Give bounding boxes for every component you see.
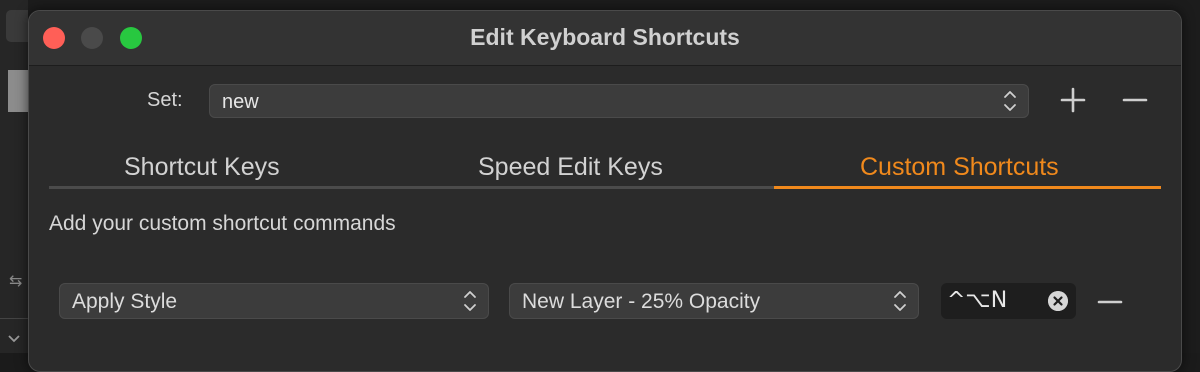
remove-shortcut-row-button[interactable]	[1096, 287, 1124, 317]
edit-keyboard-shortcuts-window: Edit Keyboard Shortcuts Set: new Shortcu…	[28, 10, 1182, 372]
shortcut-key-value: ^⌥N	[947, 288, 1008, 313]
command-type-select[interactable]: Apply Style	[59, 283, 489, 319]
window-title: Edit Keyboard Shortcuts	[470, 24, 740, 50]
set-label: Set:	[147, 89, 183, 111]
selected-tab-indicator	[774, 186, 1161, 189]
custom-shortcuts-description: Add your custom shortcut commands	[49, 212, 396, 235]
sliders-icon: ⇆	[9, 273, 23, 290]
tab-custom-shortcuts[interactable]: Custom Shortcuts	[860, 153, 1059, 182]
shortcut-key-field[interactable]: ^⌥N	[941, 283, 1076, 319]
updown-chevron-icon	[894, 291, 906, 311]
tab-shortcut-keys[interactable]: Shortcut Keys	[124, 153, 280, 182]
command-target-value: New Layer - 25% Opacity	[522, 290, 761, 313]
command-target-select[interactable]: New Layer - 25% Opacity	[509, 283, 919, 319]
command-type-value: Apply Style	[72, 290, 178, 313]
set-select-value: new	[222, 91, 259, 113]
background-app-panel: ⇆	[0, 0, 28, 353]
set-select[interactable]: new	[209, 84, 1029, 118]
chevron-down-icon	[8, 335, 20, 343]
background-button	[6, 10, 28, 42]
updown-chevron-icon	[464, 291, 476, 311]
clear-icon[interactable]	[1048, 291, 1068, 311]
updown-chevron-icon	[1004, 91, 1016, 111]
tab-speed-edit-keys[interactable]: Speed Edit Keys	[478, 153, 663, 182]
remove-set-button[interactable]	[1121, 85, 1149, 115]
background-divider	[0, 318, 28, 319]
add-set-button[interactable]	[1059, 85, 1087, 115]
title-bar: Edit Keyboard Shortcuts	[29, 11, 1181, 66]
background-scrollbar	[8, 70, 28, 112]
